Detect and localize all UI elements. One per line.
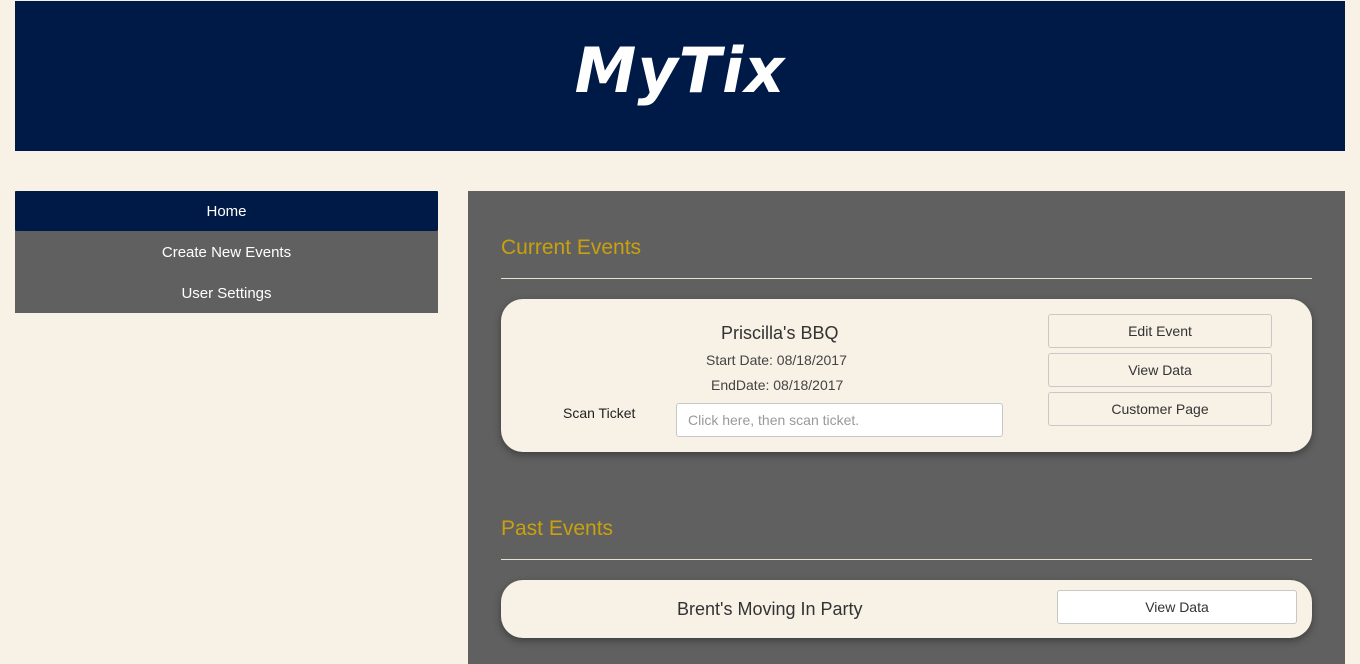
past-view-data-button[interactable]: View Data	[1057, 590, 1297, 624]
current-events-title: Current Events	[501, 236, 642, 259]
customer-page-button[interactable]: Customer Page	[1048, 392, 1272, 426]
scan-ticket-label: Scan Ticket	[563, 405, 636, 421]
sidebar-item-home[interactable]: Home	[15, 191, 438, 231]
sidebar-item-create-new-events[interactable]: Create New Events	[15, 231, 438, 273]
past-events-divider	[501, 559, 1312, 560]
app-header: MyTix	[15, 1, 1345, 151]
event-start-date: Start Date: 08/18/2017	[706, 352, 847, 368]
past-event-name: Brent's Moving In Party	[677, 599, 863, 619]
past-events-title: Past Events	[501, 517, 614, 540]
sidebar-item-user-settings[interactable]: User Settings	[15, 273, 438, 313]
current-event-card: Priscilla's BBQ Start Date: 08/18/2017 E…	[501, 299, 1312, 452]
view-data-button[interactable]: View Data	[1048, 353, 1272, 387]
scan-ticket-input[interactable]	[676, 403, 1003, 437]
current-events-divider	[501, 278, 1312, 279]
sidebar-nav: Home Create New Events User Settings	[15, 191, 438, 313]
event-name: Priscilla's BBQ	[721, 323, 839, 343]
edit-event-button[interactable]: Edit Event	[1048, 314, 1272, 348]
app-logo[interactable]: MyTix	[575, 34, 786, 107]
event-end-date: EndDate: 08/18/2017	[711, 377, 844, 393]
past-event-card: Brent's Moving In Party View Data	[501, 580, 1312, 638]
main-panel: Current Events Priscilla's BBQ Start Dat…	[468, 191, 1345, 664]
